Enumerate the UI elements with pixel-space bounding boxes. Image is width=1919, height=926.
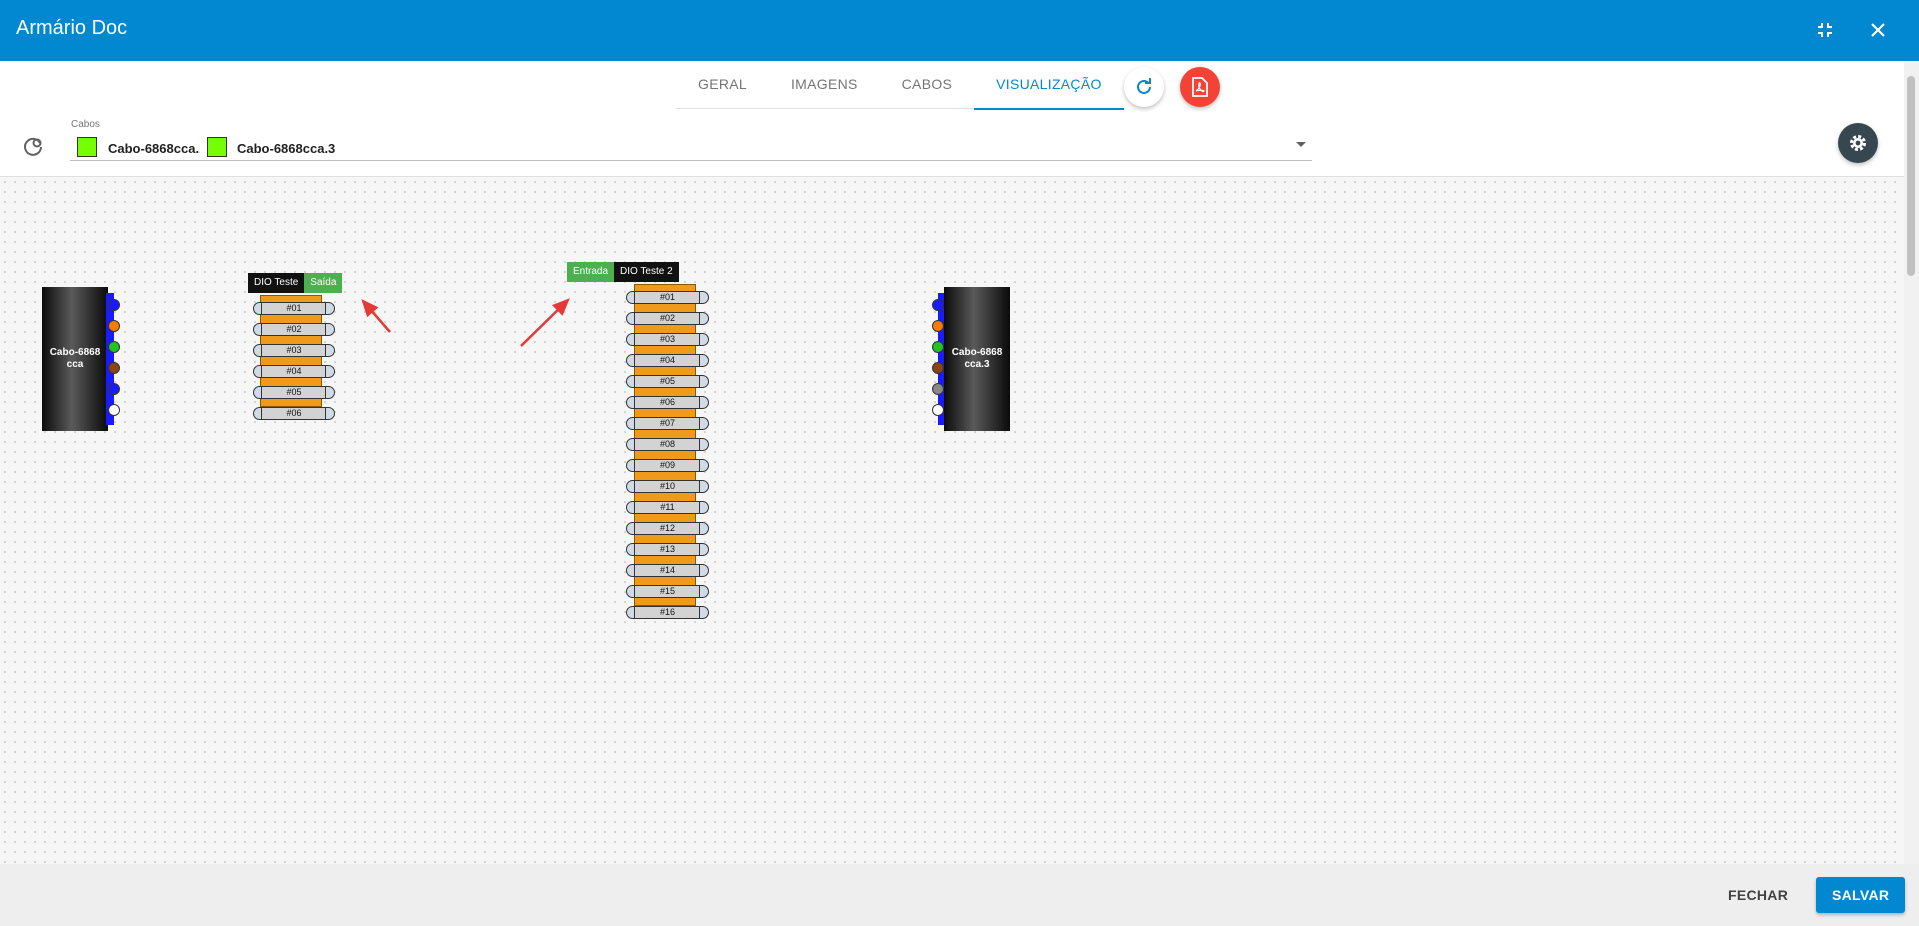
diagram-canvas[interactable]: Cabo-6868 cca DIO Teste Saída #01 #02 #0… <box>0 176 1904 864</box>
tab-cabos[interactable]: CABOS <box>880 61 975 109</box>
dio2-port[interactable]: #06 <box>626 394 709 411</box>
port-label: #05 <box>634 375 701 388</box>
dio2-port[interactable]: #10 <box>626 478 709 495</box>
refresh-button[interactable] <box>1124 67 1164 107</box>
settings-button[interactable] <box>1838 123 1878 163</box>
scrollbar-thumb[interactable] <box>1907 76 1915 276</box>
dio2-port[interactable]: #09 <box>626 457 709 474</box>
port-label: #09 <box>634 459 701 472</box>
dio2-port[interactable]: #11 <box>626 499 709 516</box>
cable-chip-color-1 <box>77 137 97 157</box>
port-cap <box>699 375 709 388</box>
pdf-export-button[interactable] <box>1180 67 1220 107</box>
port-cap <box>699 459 709 472</box>
tab-geral[interactable]: GERAL <box>676 61 769 109</box>
dio1-port[interactable]: #05 <box>253 384 335 401</box>
port-label: #10 <box>634 480 701 493</box>
port-label: #01 <box>634 291 701 304</box>
dio2-name: DIO Teste 2 <box>614 262 679 282</box>
fiber-dot[interactable] <box>108 404 120 416</box>
dio2-port[interactable]: #12 <box>626 520 709 537</box>
port-label: #04 <box>634 354 701 367</box>
port-cap <box>699 354 709 367</box>
tab-bar: GERAL IMAGENS CABOS VISUALIZAÇÃO <box>676 61 1124 110</box>
fiber-dot[interactable] <box>932 341 944 353</box>
cable-chip-2[interactable]: Cabo-6868cca.3 <box>237 141 335 156</box>
tab-visualizacao[interactable]: VISUALIZAÇÃO <box>974 61 1124 110</box>
port-cap <box>699 606 709 619</box>
port-cap <box>699 417 709 430</box>
dio2-port[interactable]: #04 <box>626 352 709 369</box>
port-label: #14 <box>634 564 701 577</box>
fiber-dot[interactable] <box>932 320 944 332</box>
port-cap <box>699 543 709 556</box>
dio2-port[interactable]: #08 <box>626 436 709 453</box>
fiber-dot[interactable] <box>108 383 120 395</box>
dio2-header[interactable]: Entrada DIO Teste 2 <box>567 262 679 282</box>
port-label: #16 <box>634 606 701 619</box>
reset-icon[interactable] <box>22 134 46 158</box>
fiber-dot[interactable] <box>932 383 944 395</box>
exit-fullscreen-icon[interactable] <box>1809 14 1841 46</box>
dio2-port[interactable]: #14 <box>626 562 709 579</box>
fiber-dot[interactable] <box>932 404 944 416</box>
dio2-port[interactable]: #03 <box>626 331 709 348</box>
port-cap <box>699 522 709 535</box>
dio1-port[interactable]: #06 <box>253 405 335 422</box>
port-cap <box>699 438 709 451</box>
dio2-port[interactable]: #02 <box>626 310 709 327</box>
gear-icon <box>1850 135 1866 151</box>
port-cap <box>699 585 709 598</box>
port-label: #15 <box>634 585 701 598</box>
dio2-port[interactable]: #16 <box>626 604 709 621</box>
port-label: #02 <box>634 312 701 325</box>
port-label: #11 <box>634 501 701 514</box>
port-label: #12 <box>634 522 701 535</box>
title-bar: Armário Doc <box>0 0 1919 61</box>
arrow-to-saida <box>361 299 391 333</box>
refresh-icon <box>1137 78 1151 94</box>
dialog-footer: FECHAR SALVAR <box>0 864 1919 926</box>
dio2-port[interactable]: #05 <box>626 373 709 390</box>
dio2-port[interactable]: #01 <box>626 289 709 306</box>
pdf-icon <box>1192 77 1208 97</box>
cable-selection-row: Cabos Cabo-6868cca.1 Cabo-6868cca.3 <box>0 114 1919 176</box>
port-cap <box>699 291 709 304</box>
port-cap <box>699 480 709 493</box>
cable-chip-1[interactable]: Cabo-6868cca.1 <box>108 141 200 156</box>
port-label: #13 <box>634 543 701 556</box>
dio2-port[interactable]: #15 <box>626 583 709 600</box>
port-cap <box>699 312 709 325</box>
fiber-dot[interactable] <box>932 362 944 374</box>
cables-select-label: Cabos <box>71 119 100 130</box>
dio2-port[interactable]: #07 <box>626 415 709 432</box>
port-label: #08 <box>634 438 701 451</box>
port-label: #06 <box>634 396 701 409</box>
cables-select[interactable]: Cabos Cabo-6868cca.1 Cabo-6868cca.3 <box>70 114 1312 161</box>
dio2-port[interactable]: #13 <box>626 541 709 558</box>
port-label: #03 <box>634 333 701 346</box>
tab-imagens[interactable]: IMAGENS <box>769 61 880 109</box>
port-cap <box>699 396 709 409</box>
port-cap <box>699 501 709 514</box>
close-button[interactable]: FECHAR <box>1712 877 1804 913</box>
cable-right[interactable]: Cabo-6868 cca.3 <box>944 287 1010 431</box>
cable-chip-color-2 <box>207 137 227 157</box>
dropdown-arrow-icon[interactable] <box>1296 142 1306 147</box>
port-cap <box>699 564 709 577</box>
arrow-to-entrada <box>520 298 570 347</box>
window-title: Armário Doc <box>16 17 128 39</box>
port-cap <box>699 333 709 346</box>
close-icon[interactable] <box>1862 14 1894 46</box>
save-button[interactable]: SALVAR <box>1816 877 1906 913</box>
port-label: #07 <box>634 417 701 430</box>
dio2-tag: Entrada <box>567 262 615 282</box>
fiber-dot[interactable] <box>932 299 944 311</box>
